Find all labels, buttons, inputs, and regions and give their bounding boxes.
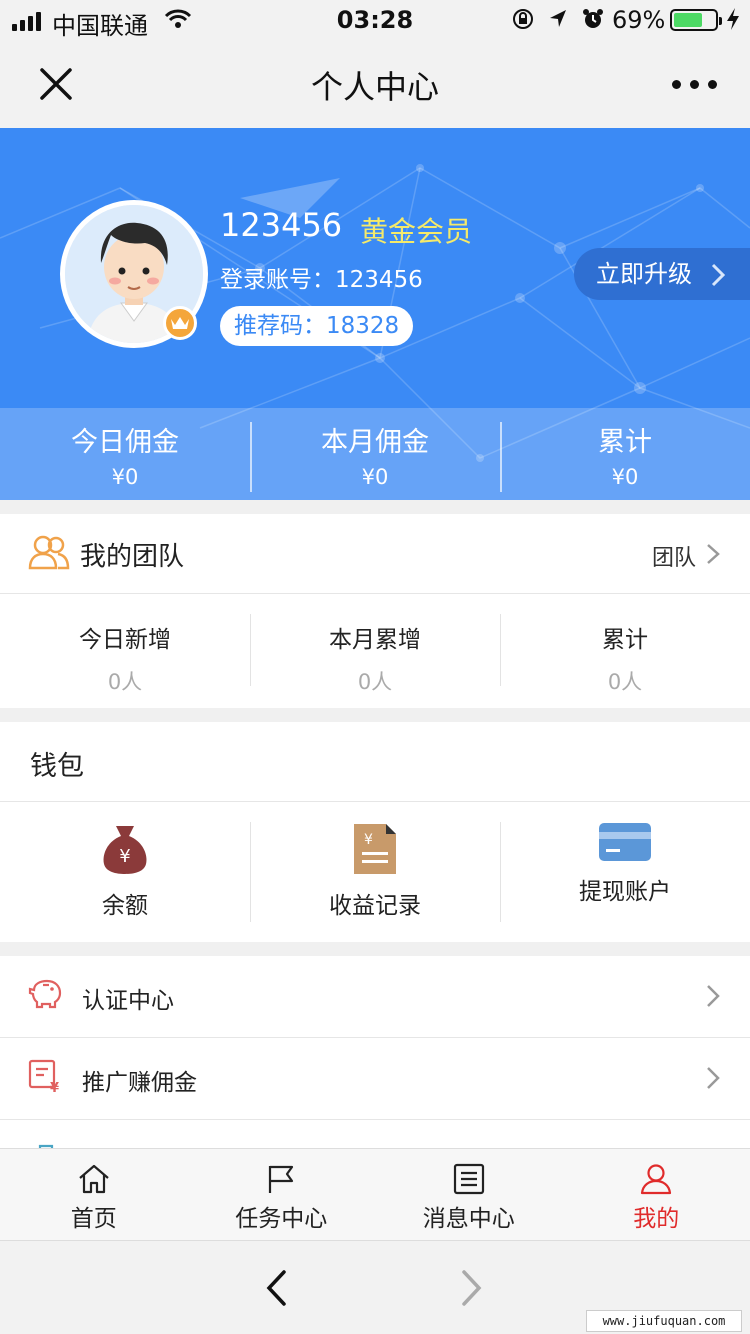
team-header[interactable]: 我的团队 团队 (0, 514, 750, 594)
team-link[interactable]: 团队 (652, 540, 696, 572)
invoice-icon: ¥ (28, 1059, 59, 1094)
commission-label: 累计 (598, 427, 652, 458)
bank-card-icon (599, 823, 651, 861)
tab-label: 首页 (70, 1206, 117, 1232)
wallet-header: 钱包 (0, 722, 750, 802)
tab-messages[interactable]: 消息中心 (375, 1149, 563, 1240)
chevron-right-icon (707, 985, 720, 1007)
menu-item-label: 认证中心 (82, 988, 174, 1014)
menu-item-label: 推广赚佣金 (82, 1070, 197, 1096)
battery-icon (670, 9, 722, 31)
wallet-items: ¥ 余额 ¥ 收益记录 提现账户 (0, 802, 750, 942)
location-icon (550, 10, 566, 27)
commission-total[interactable]: 累计 ¥0 (500, 408, 750, 500)
wallet-item-withdraw-account[interactable]: 提现账户 (500, 802, 750, 942)
nav-bar: 个人中心 (0, 40, 750, 128)
member-level: 黄金会员 (360, 215, 473, 248)
tab-tasks[interactable]: 任务中心 (188, 1149, 376, 1240)
menu-item-verification[interactable]: 认证中心 (0, 956, 750, 1038)
chevron-right-icon (707, 1067, 720, 1089)
wallet-item-balance[interactable]: ¥ 余额 (0, 802, 250, 942)
svg-text:¥: ¥ (50, 1081, 59, 1094)
commission-today[interactable]: 今日佣金 ¥0 (0, 408, 250, 500)
piggy-bank-icon (28, 979, 62, 1009)
commission-value: ¥0 (111, 465, 139, 489)
back-arrow-icon[interactable] (264, 1269, 288, 1307)
tab-home[interactable]: 首页 (0, 1149, 188, 1240)
bag-icon (38, 1144, 54, 1148)
flag-icon (269, 1165, 294, 1193)
chevron-right-icon (707, 544, 720, 564)
forward-arrow-icon[interactable] (460, 1269, 484, 1307)
upgrade-button[interactable]: 立即升级 (574, 248, 750, 300)
wallet-title: 钱包 (30, 751, 84, 782)
home-icon (79, 1164, 109, 1194)
team-title: 我的团队 (80, 542, 185, 572)
menu-item-referral[interactable]: ¥ 推广赚佣金 (0, 1038, 750, 1120)
list-icon (453, 1163, 484, 1195)
menu-list: 认证中心 ¥ 推广赚佣金 (0, 956, 750, 1148)
battery-percent: 69% (612, 6, 666, 34)
svg-text:¥: ¥ (119, 846, 130, 867)
team-stat-value: 0人 (357, 670, 393, 694)
upgrade-label: 立即升级 (596, 260, 692, 288)
team-stat-label: 本月累增 (329, 627, 421, 653)
profile-card: 123456 黄金会员 登录账号：123456 推荐码：18328 立即升级 今… (0, 128, 750, 500)
watermark: www.jiufuquan.com (586, 1310, 742, 1332)
status-bar: 中国联通 03:28 69% (0, 0, 750, 40)
wallet-item-label: 收益记录 (329, 893, 421, 919)
money-bag-icon: ¥ (103, 826, 147, 874)
crown-icon (163, 306, 197, 340)
svg-text:¥: ¥ (364, 832, 373, 848)
commission-month[interactable]: 本月佣金 ¥0 (250, 408, 500, 500)
receipt-icon: ¥ (354, 824, 396, 874)
menu-item-partial[interactable] (0, 1120, 750, 1148)
team-stat-label: 累计 (602, 627, 648, 653)
tab-label: 消息中心 (422, 1206, 515, 1232)
login-account: 登录账号：123456 (220, 267, 423, 293)
user-icon (641, 1164, 672, 1195)
tab-label: 我的 (633, 1206, 680, 1232)
commission-label: 今日佣金 (71, 427, 179, 458)
wallet-item-earnings[interactable]: ¥ 收益记录 (250, 802, 500, 942)
tab-label: 任务中心 (235, 1206, 328, 1232)
commission-value: ¥0 (361, 465, 389, 489)
wallet-item-label: 提现账户 (579, 879, 671, 905)
alarm-icon (583, 9, 603, 28)
team-stat-label: 今日新增 (79, 627, 171, 653)
team-stat-value: 0人 (107, 670, 143, 694)
rotation-lock-icon (513, 9, 533, 29)
team-stat-today: 今日新增 0人 (0, 594, 250, 707)
tab-bar: 首页 任务中心 消息中心 我的 (0, 1148, 750, 1240)
referral-code-badge[interactable]: 推荐码：18328 (220, 306, 414, 346)
tab-mine[interactable]: 我的 (563, 1149, 750, 1240)
more-icon[interactable] (672, 80, 717, 89)
team-stat-month: 本月累增 0人 (250, 594, 500, 707)
commission-label: 本月佣金 (321, 427, 429, 458)
wallet-card: 钱包 ¥ 余额 ¥ 收益记录 提现账户 (0, 722, 750, 942)
team-stats: 今日新增 0人 本月累增 0人 累计 0人 (0, 594, 750, 707)
team-icon (28, 535, 70, 570)
charging-icon (727, 8, 739, 30)
username: 123456 (220, 206, 343, 244)
team-stat-total: 累计 0人 (500, 594, 750, 707)
team-stat-value: 0人 (607, 670, 643, 694)
team-card: 我的团队 团队 今日新增 0人 本月累增 0人 累计 0人 (0, 514, 750, 708)
commission-value: ¥0 (611, 465, 639, 489)
wallet-item-label: 余额 (102, 893, 148, 919)
page-title: 个人中心 (310, 68, 439, 106)
chevron-right-icon (711, 263, 726, 287)
commission-summary: 今日佣金 ¥0 本月佣金 ¥0 累计 ¥0 (0, 408, 750, 500)
